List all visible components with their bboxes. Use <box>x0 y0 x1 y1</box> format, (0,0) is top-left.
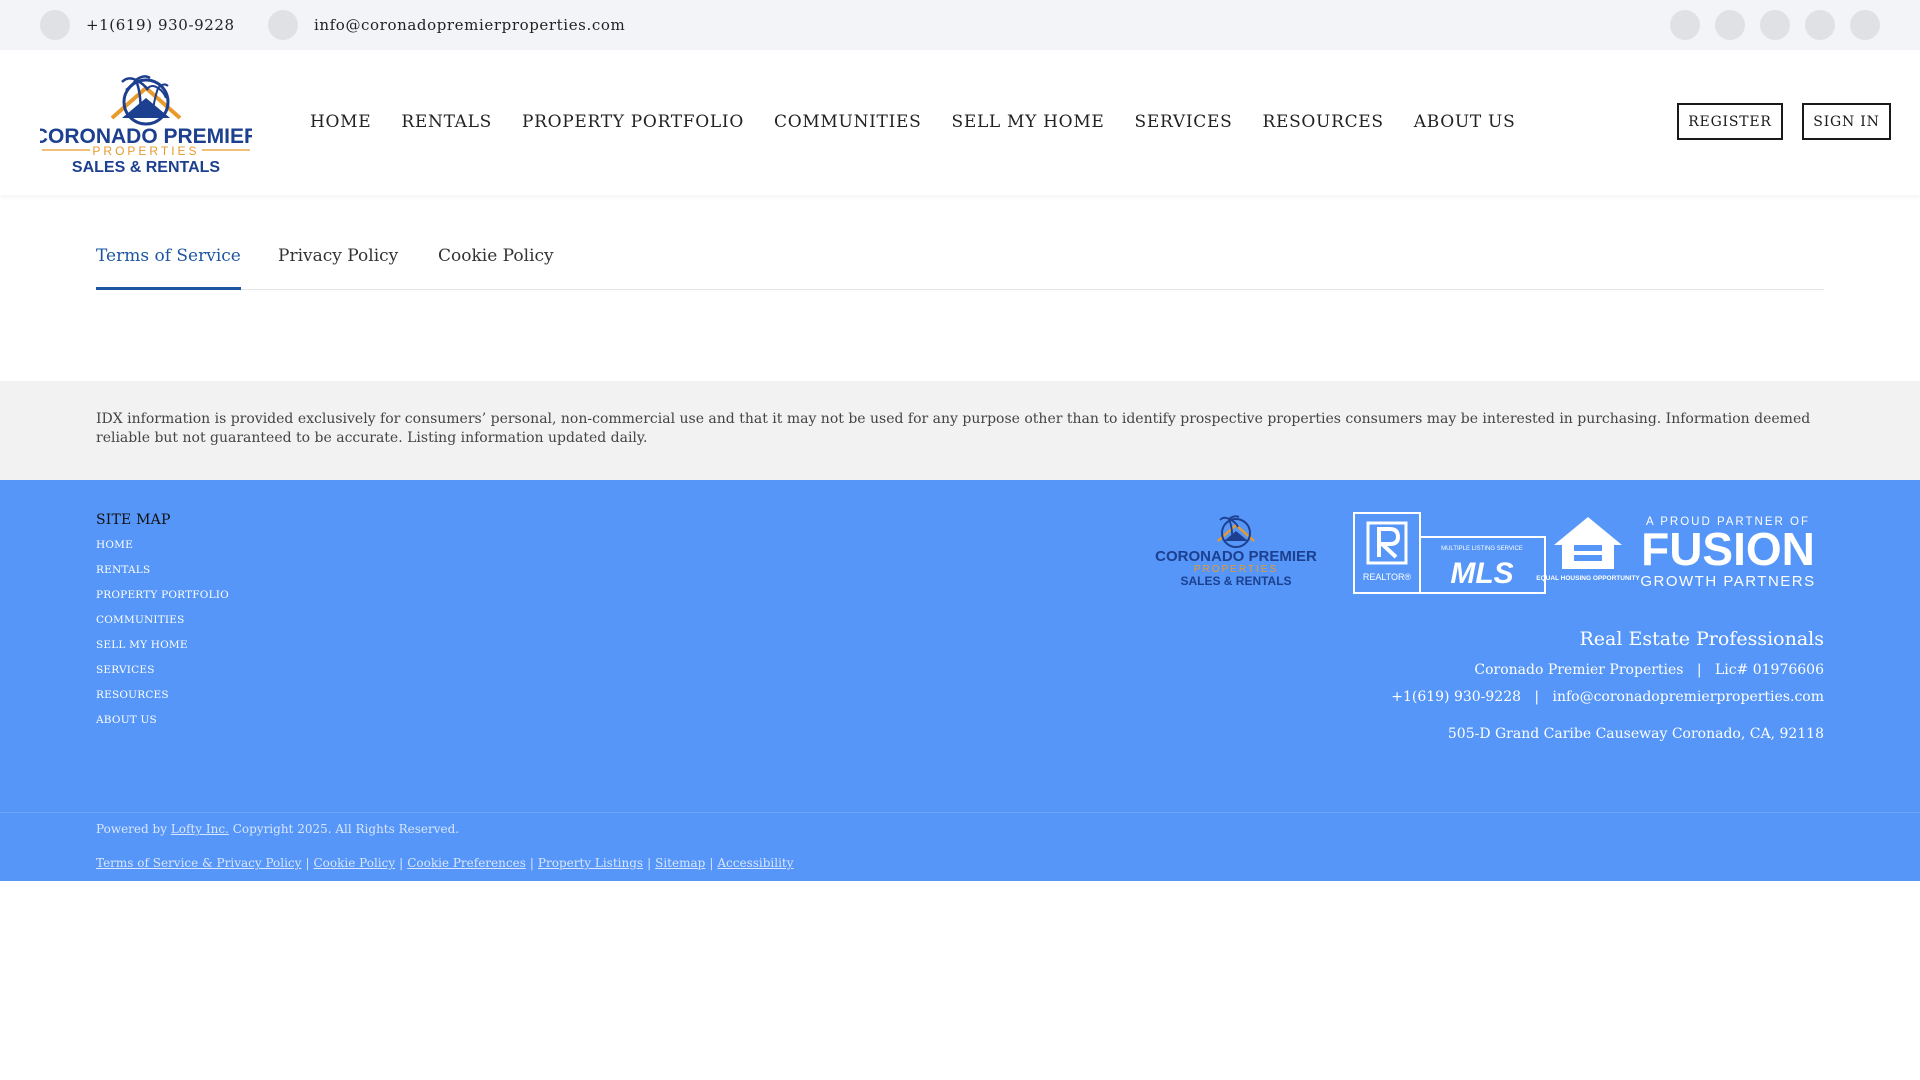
sitemap-list: HOME RENTALS PROPERTY PORTFOLIO COMMUNIT… <box>96 539 229 739</box>
legal-property-listings-link[interactable]: Property Listings <box>538 856 643 870</box>
footer-logo-line1: CORONADO PREMIER <box>1155 548 1317 565</box>
youtube-icon[interactable] <box>1805 10 1835 40</box>
mls-logo: MULTIPLE LISTING SERVICE MLS <box>1419 536 1546 594</box>
nav-rentals[interactable]: RENTALS <box>401 112 492 132</box>
footer-company-logo: CORONADO PREMIER PROPERTIES SALES & RENT… <box>1155 515 1317 588</box>
sitemap-property-portfolio[interactable]: PROPERTY PORTFOLIO <box>96 589 229 614</box>
footer-logo-line3: SALES & RENTALS <box>1180 574 1291 588</box>
tab-privacy-policy[interactable]: Privacy Policy <box>278 246 398 290</box>
legal-separator: | <box>305 856 310 870</box>
topbar-phone[interactable]: +1(619) 930-9228 <box>40 10 235 40</box>
fusion-partner-logo: A PROUD PARTNER OF FUSION GROWTH PARTNER… <box>1640 516 1815 590</box>
footer-address: 505-D Grand Caribe Causeway Coronado, CA… <box>1447 726 1824 742</box>
nav-property-portfolio[interactable]: PROPERTY PORTFOLIO <box>522 112 744 132</box>
register-button[interactable]: REGISTER <box>1677 103 1783 140</box>
topbar-phone-text[interactable]: +1(619) 930-9228 <box>86 16 235 34</box>
logo-line2: PROPERTIES <box>92 144 199 158</box>
legal-separator: | <box>709 856 714 870</box>
equal-housing-logo: EQUAL HOUSING OPPORTUNITY <box>1536 517 1640 582</box>
powered-by: Powered by Lofty Inc. Copyright 2025. Al… <box>96 822 459 836</box>
twitter-icon[interactable] <box>1850 10 1880 40</box>
logo-mark <box>110 75 182 126</box>
footer-divider <box>0 812 1920 813</box>
nav-home[interactable]: HOME <box>310 112 371 132</box>
fusion-bottom-text: GROWTH PARTNERS <box>1640 573 1815 590</box>
sitemap-services[interactable]: SERVICES <box>96 664 229 689</box>
tab-terms-of-service[interactable]: Terms of Service <box>96 246 241 290</box>
sitemap-about-us[interactable]: ABOUT US <box>96 714 229 739</box>
sitemap-sell-my-home[interactable]: SELL MY HOME <box>96 639 229 664</box>
legal-terms-link[interactable]: Terms of Service & Privacy Policy <box>96 856 301 870</box>
footer-company-line: Coronado Premier Properties | Lic# 01976… <box>1474 662 1824 678</box>
nav-resources[interactable]: RESOURCES <box>1262 112 1383 132</box>
sitemap-title: SITE MAP <box>96 512 171 528</box>
nav-services[interactable]: SERVICES <box>1135 112 1233 132</box>
legal-sitemap-link[interactable]: Sitemap <box>655 856 705 870</box>
lofty-link[interactable]: Lofty Inc. <box>171 822 229 836</box>
footer-email[interactable]: info@coronadopremierproperties.com <box>1552 689 1824 705</box>
policy-tabs: Terms of Service Privacy Policy Cookie P… <box>96 246 1824 290</box>
sitemap-resources[interactable]: RESOURCES <box>96 689 229 714</box>
idx-disclaimer: IDX information is provided exclusively … <box>0 381 1920 480</box>
email-icon <box>268 10 298 40</box>
site-footer: SITE MAP HOME RENTALS PROPERTY PORTFOLIO… <box>0 480 1920 881</box>
company-logo[interactable]: CORONADO PREMIER PROPERTIES SALES & RENT… <box>40 66 252 176</box>
sitemap-communities[interactable]: COMMUNITIES <box>96 614 229 639</box>
phone-icon <box>40 10 70 40</box>
partner-badges: CORONADO PREMIER PROPERTIES SALES & RENT… <box>1155 512 1815 594</box>
copyright-text: Copyright 2025. All Rights Reserved. <box>232 822 460 836</box>
tab-cookie-policy[interactable]: Cookie Policy <box>438 246 554 290</box>
topbar-email[interactable]: info@coronadopremierproperties.com <box>268 10 625 40</box>
footer-contact-line: +1(619) 930-9228 | info@coronadopremierp… <box>1391 689 1824 705</box>
powered-prefix: Powered by <box>96 822 167 836</box>
facebook-icon[interactable] <box>1670 10 1700 40</box>
legal-separator: | <box>647 856 652 870</box>
nav-communities[interactable]: COMMUNITIES <box>774 112 922 132</box>
equal-housing-text: EQUAL HOUSING OPPORTUNITY <box>1536 575 1640 582</box>
realtor-logo: REALTOR® <box>1353 512 1421 594</box>
nav-sell-my-home[interactable]: SELL MY HOME <box>951 112 1104 132</box>
fusion-text: FUSION <box>1641 523 1815 575</box>
sitemap-rentals[interactable]: RENTALS <box>96 564 229 589</box>
footer-phone[interactable]: +1(619) 930-9228 <box>1391 689 1521 705</box>
footer-license: Lic# 01976606 <box>1714 662 1824 678</box>
linkedin-icon[interactable] <box>1760 10 1790 40</box>
instagram-icon[interactable] <box>1715 10 1745 40</box>
legal-links: Terms of Service & Privacy Policy | Cookie… <box>96 856 794 870</box>
legal-separator: | <box>399 856 404 870</box>
footer-rep-title: Real Estate Professionals <box>1579 628 1825 650</box>
sign-in-button[interactable]: SIGN IN <box>1802 103 1891 140</box>
legal-cookie-preferences-link[interactable]: Cookie Preferences <box>407 856 526 870</box>
legal-accessibility-link[interactable]: Accessibility <box>717 856 793 870</box>
disclaimer-text: IDX information is provided exclusively … <box>96 411 1811 446</box>
legal-separator: | <box>529 856 534 870</box>
footer-company-name: Coronado Premier Properties <box>1474 662 1684 678</box>
realtor-text: REALTOR® <box>1363 572 1412 582</box>
topbar-email-text[interactable]: info@coronadopremierproperties.com <box>314 16 625 34</box>
nav-about-us[interactable]: ABOUT US <box>1414 112 1516 132</box>
logo-line3: SALES & RENTALS <box>72 159 220 176</box>
mls-small-text: MULTIPLE LISTING SERVICE <box>1441 546 1523 552</box>
legal-cookie-policy-link[interactable]: Cookie Policy <box>313 856 395 870</box>
main-nav: HOME RENTALS PROPERTY PORTFOLIO COMMUNIT… <box>310 112 1515 132</box>
sitemap-home[interactable]: HOME <box>96 539 229 564</box>
top-bar: +1(619) 930-9228 info@coronadopremierpro… <box>0 0 1920 50</box>
mls-text: MLS <box>1450 557 1513 590</box>
